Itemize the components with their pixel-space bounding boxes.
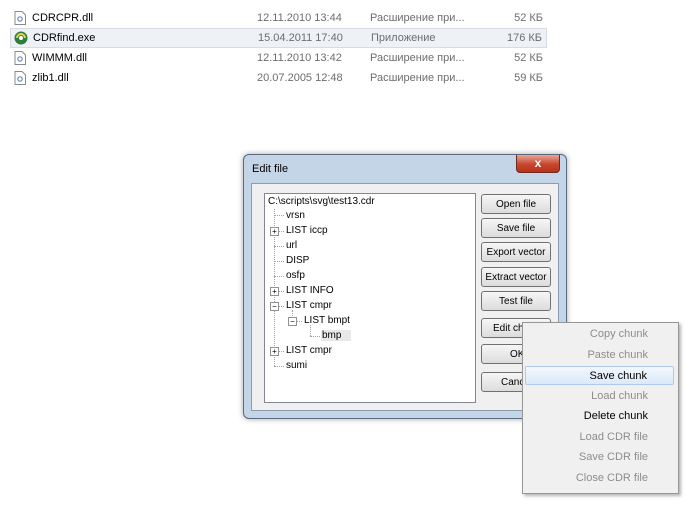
tree-node-bmp[interactable]: bmp (321, 330, 352, 341)
tree-node-disp[interactable]: DISP (286, 255, 309, 266)
dialog-title: Edit file (252, 163, 289, 175)
file-size: 59 КБ (514, 72, 543, 84)
file-type: Приложение (371, 32, 436, 44)
tree-line (274, 215, 284, 216)
close-button[interactable]: x (516, 155, 560, 173)
extract-vector-button[interactable]: Extract vector (481, 267, 551, 287)
tree-line (274, 276, 284, 277)
chunk-context-menu: Copy chunk Paste chunk Save chunk Load c… (522, 322, 679, 494)
open-file-button[interactable]: Open file (481, 194, 551, 214)
tree-line (279, 306, 284, 307)
collapse-icon[interactable]: − (270, 302, 279, 311)
expand-icon[interactable]: + (270, 227, 279, 236)
file-type: Расширение при... (370, 52, 465, 64)
menu-item-copy-chunk[interactable]: Copy chunk (525, 325, 674, 344)
menu-item-save-cdr-file[interactable]: Save CDR file (525, 448, 674, 467)
tree-node-vrsn[interactable]: vrsn (286, 210, 305, 221)
save-file-button[interactable]: Save file (481, 218, 551, 238)
file-row-cdrcpr[interactable]: CDRCPR.dll 12.11.2010 13:44 Расширение п… (10, 8, 547, 28)
menu-item-load-cdr-file[interactable]: Load CDR file (525, 428, 674, 447)
file-row-zlib1[interactable]: zlib1.dll 20.07.2005 12:48 Расширение пр… (10, 68, 547, 88)
tree-line (274, 366, 284, 367)
tree-line (279, 291, 284, 292)
menu-item-load-chunk[interactable]: Load chunk (525, 387, 674, 406)
file-date: 20.07.2005 12:48 (257, 72, 343, 84)
file-size: 52 КБ (514, 52, 543, 64)
dll-file-icon (14, 71, 26, 85)
tree-node-list-info[interactable]: LIST INFO (286, 285, 334, 296)
tree-line (274, 261, 284, 262)
collapse-icon[interactable]: − (288, 317, 297, 326)
file-row-cdrfind[interactable]: CDRfind.exe 15.04.2011 17:40 Приложение … (10, 28, 547, 48)
expand-icon[interactable]: + (270, 347, 279, 356)
chunk-tree[interactable]: C:\scripts\svg\test13.cdr vrsn + LIST ic… (264, 193, 476, 403)
tree-line (274, 246, 284, 247)
tree-line (279, 351, 284, 352)
dialog-client-area: C:\scripts\svg\test13.cdr vrsn + LIST ic… (251, 183, 559, 411)
export-vector-button[interactable]: Export vector (481, 242, 551, 262)
file-type: Расширение при... (370, 12, 465, 24)
file-row-wimmm[interactable]: WIMMM.dll 12.11.2010 13:42 Расширение пр… (10, 48, 547, 68)
file-name: CDRCPR.dll (32, 12, 94, 24)
dll-file-icon (14, 11, 26, 25)
file-date: 12.11.2010 13:44 (257, 12, 342, 24)
menu-item-delete-chunk[interactable]: Delete chunk (525, 407, 674, 426)
file-date: 12.11.2010 13:42 (257, 52, 342, 64)
tree-node-osfp[interactable]: osfp (286, 270, 305, 281)
file-size: 52 КБ (514, 12, 543, 24)
menu-item-save-chunk[interactable]: Save chunk (525, 366, 674, 385)
menu-item-paste-chunk[interactable]: Paste chunk (525, 346, 674, 365)
expand-icon[interactable]: + (270, 287, 279, 296)
tree-line (279, 231, 284, 232)
tree-node-list-iccp[interactable]: LIST iccp (286, 225, 328, 236)
tree-node-list-cmpr-2[interactable]: LIST cmpr (286, 345, 332, 356)
tree-root[interactable]: C:\scripts\svg\test13.cdr (268, 196, 375, 207)
close-icon: x (534, 156, 542, 170)
menu-item-close-cdr-file[interactable]: Close CDR file (525, 469, 674, 488)
exe-app-icon (14, 31, 28, 45)
edit-file-dialog: Edit file x C:\scripts\svg\test13.cdr vr… (243, 154, 567, 419)
tree-node-sumi[interactable]: sumi (286, 360, 307, 371)
file-name: zlib1.dll (32, 72, 69, 84)
file-type: Расширение при... (370, 72, 465, 84)
tree-line (297, 321, 302, 322)
file-date: 15.04.2011 17:40 (258, 32, 343, 44)
file-size: 176 КБ (506, 32, 542, 44)
tree-line (310, 336, 320, 337)
dll-file-icon (14, 51, 26, 65)
file-name: CDRfind.exe (33, 32, 96, 44)
test-file-button[interactable]: Test file (481, 291, 551, 311)
file-name: WIMMM.dll (32, 52, 87, 64)
tree-node-url[interactable]: url (286, 240, 297, 251)
tree-line (310, 325, 311, 336)
